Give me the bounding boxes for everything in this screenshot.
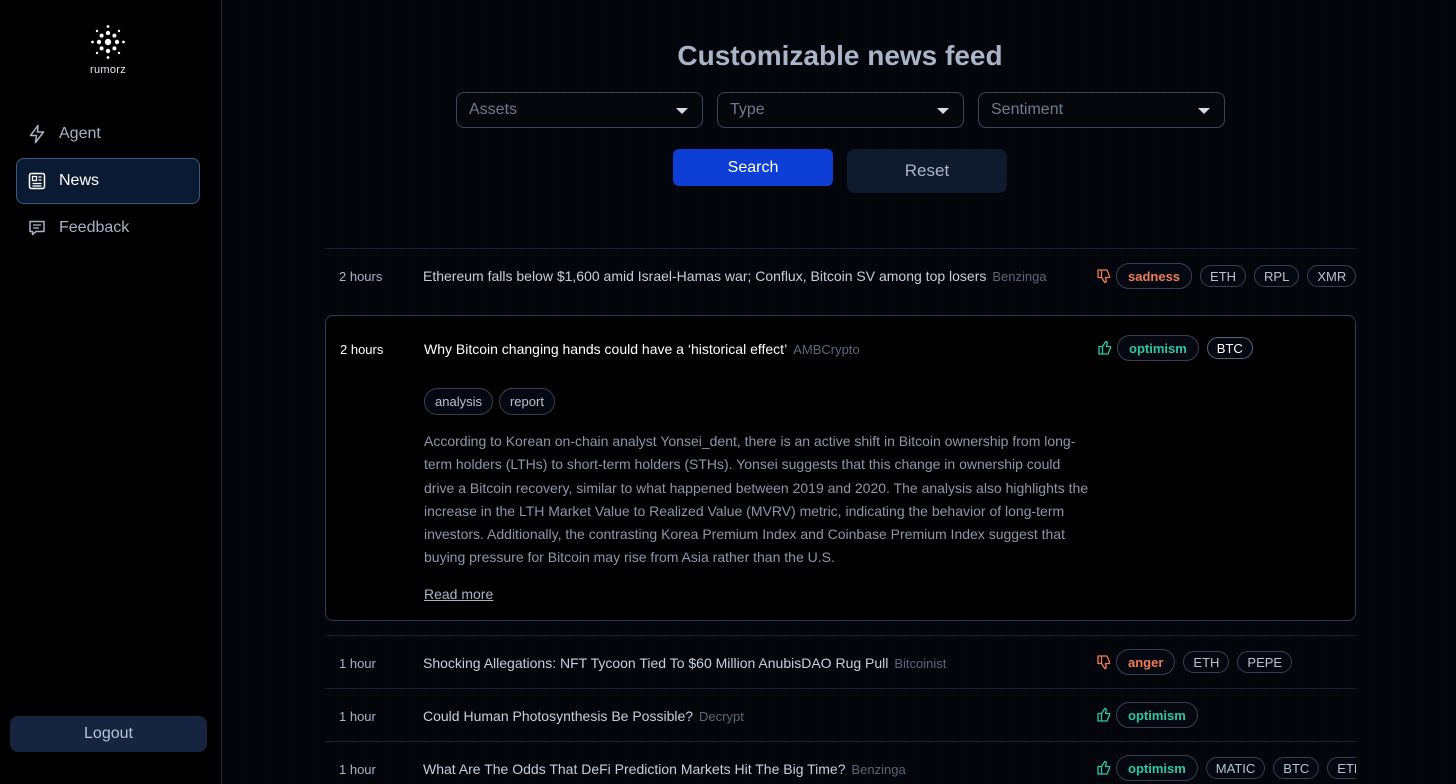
news-tags: sadness ETH RPL XMR [1096, 263, 1356, 289]
news-title[interactable]: What Are The Odds That DeFi Prediction M… [423, 761, 906, 777]
news-feed: 2 hours Ethereum falls below $1,600 amid… [325, 248, 1356, 784]
sentiment-badge: sadness [1116, 263, 1193, 289]
news-source: Bitcoinist [894, 656, 947, 671]
assets-select[interactable]: Assets [456, 92, 703, 128]
news-title-text: Shocking Allegations: NFT Tycoon Tied To… [423, 655, 889, 671]
bolt-icon [27, 124, 47, 144]
asset-tag[interactable]: ETH [1200, 265, 1247, 287]
asset-tag[interactable]: ETH [1183, 651, 1230, 673]
asset-tag[interactable]: RPL [1254, 265, 1300, 287]
news-title[interactable]: Could Human Photosynthesis Be Possible? D… [423, 708, 744, 724]
news-row-expanded[interactable]: 2 hours Why Bitcoin changing hands could… [325, 315, 1356, 621]
news-title-text: Ethereum falls below $1,600 amid Israel-… [423, 268, 987, 284]
rumorz-logo-icon [91, 25, 125, 59]
asset-tag[interactable]: BTC [1206, 337, 1253, 359]
logo[interactable]: rumorz [0, 24, 216, 76]
brand-name: rumorz [89, 64, 127, 76]
sentiment-badge: optimism [1116, 755, 1198, 781]
sentiment-badge: optimism [1117, 335, 1199, 361]
asset-tag[interactable]: MATIC [1205, 757, 1266, 779]
app: rumorz Agent News Feedback Logout Custom… [0, 0, 1456, 784]
news-tags: optimism MATIC BTC ETH [1096, 755, 1356, 781]
thumbs-down-icon [1096, 268, 1112, 284]
news-row[interactable]: 1 hour Could Human Photosynthesis Be Pos… [325, 688, 1356, 741]
sentiment-badge: anger [1116, 649, 1176, 675]
page-title: Customizable news feed [677, 40, 1003, 71]
news-tags: optimism BTC [1097, 335, 1261, 361]
news-title-text: Could Human Photosynthesis Be Possible? [423, 708, 694, 724]
search-button[interactable]: Search [673, 149, 833, 186]
news-time: 2 hours [339, 269, 383, 284]
newspaper-icon [27, 171, 47, 191]
news-title[interactable]: Shocking Allegations: NFT Tycoon Tied To… [423, 655, 946, 671]
news-tags: anger ETH PEPE [1096, 649, 1300, 675]
type-select[interactable]: Type [717, 92, 964, 128]
news-source: Benzinga [851, 762, 906, 777]
sentiment-badge: optimism [1116, 702, 1198, 728]
sidebar-item-label: News [59, 172, 100, 189]
sidebar-item-agent[interactable]: Agent [16, 111, 200, 157]
chevron-down-icon [676, 108, 688, 114]
sentiment-select-placeholder: Sentiment [991, 101, 1064, 118]
main-content: Customizable news feed Assets Type Senti… [222, 0, 1456, 784]
keyword-tags: analysis report [424, 388, 561, 415]
news-title-text: Why Bitcoin changing hands could have a … [424, 341, 788, 357]
news-source: AMBCrypto [793, 342, 860, 357]
thumbs-up-icon [1096, 760, 1112, 776]
keyword-tag[interactable]: report [498, 388, 555, 415]
sidebar-item-news[interactable]: News [16, 158, 200, 204]
news-time: 1 hour [339, 709, 376, 724]
news-row[interactable]: 1 hour Shocking Allegations: NFT Tycoon … [325, 635, 1356, 689]
asset-tag[interactable]: BTC [1273, 757, 1320, 779]
news-tags: optimism [1096, 702, 1206, 728]
reset-button[interactable]: Reset [847, 149, 1007, 193]
asset-tag[interactable]: PEPE [1237, 651, 1293, 673]
thumbs-up-icon [1097, 340, 1113, 356]
asset-tag[interactable]: ETH [1327, 757, 1356, 779]
news-summary: According to Korean on-chain analyst Yon… [424, 433, 1089, 566]
chevron-down-icon [1198, 108, 1210, 114]
type-select-placeholder: Type [730, 101, 765, 118]
sidebar: rumorz Agent News Feedback Logout [0, 0, 222, 784]
news-title-text: What Are The Odds That DeFi Prediction M… [423, 761, 846, 777]
read-more-link[interactable]: Read more [424, 586, 493, 602]
sidebar-item-feedback[interactable]: Feedback [16, 205, 200, 251]
assets-select-placeholder: Assets [469, 101, 518, 118]
news-row[interactable]: 2 hours Ethereum falls below $1,600 amid… [325, 248, 1356, 315]
sidebar-item-label: Feedback [59, 219, 130, 236]
news-title[interactable]: Why Bitcoin changing hands could have a … [424, 341, 860, 357]
news-source: Benzinga [992, 269, 1047, 284]
logout-button[interactable]: Logout [10, 716, 207, 752]
keyword-tag[interactable]: analysis [424, 388, 493, 415]
chevron-down-icon [937, 108, 949, 114]
asset-tag[interactable]: XMR [1307, 265, 1356, 287]
news-time: 1 hour [339, 656, 376, 671]
news-time: 1 hour [339, 762, 376, 777]
sentiment-select[interactable]: Sentiment [978, 92, 1225, 128]
thumbs-down-icon [1096, 654, 1112, 670]
news-time: 2 hours [340, 342, 384, 357]
news-row[interactable]: 1 hour What Are The Odds That DeFi Predi… [325, 741, 1356, 784]
news-source: Decrypt [699, 709, 744, 724]
thumbs-up-icon [1096, 707, 1112, 723]
sidebar-item-label: Agent [59, 125, 101, 142]
chat-icon [27, 218, 47, 238]
news-title[interactable]: Ethereum falls below $1,600 amid Israel-… [423, 268, 1047, 284]
